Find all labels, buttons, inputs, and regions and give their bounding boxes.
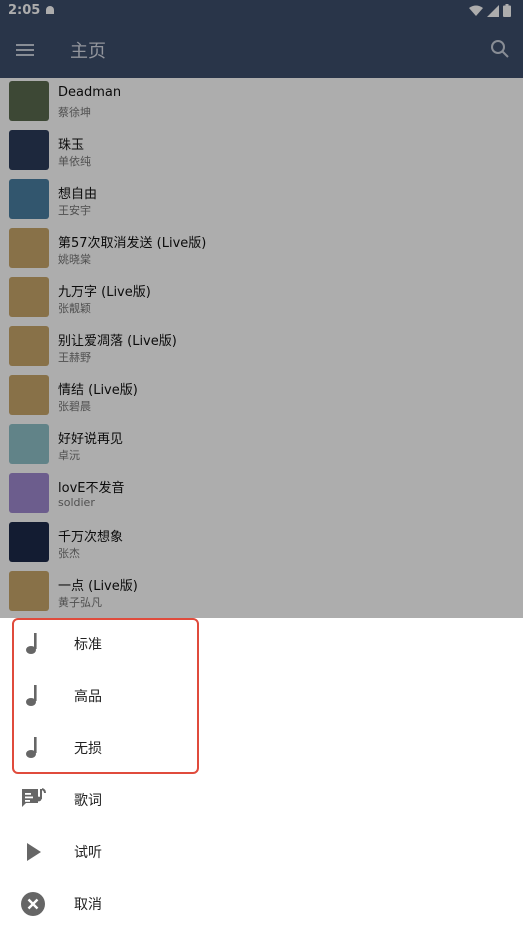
sheet-item-lyrics[interactable]: 歌词 — [0, 774, 523, 826]
play-icon — [27, 843, 41, 861]
sheet-item-cancel[interactable]: 取消 — [0, 878, 523, 930]
sheet-item-label: 无损 — [74, 741, 102, 757]
sheet-item-label: 高品 — [74, 689, 102, 705]
sheet-item-label: 标准 — [74, 637, 102, 653]
music-note-icon — [26, 685, 37, 706]
sheet-item-high-quality[interactable]: 高品 — [0, 670, 523, 722]
lyrics-icon — [22, 788, 46, 807]
sheet-item-label: 试听 — [74, 845, 102, 861]
dim-overlay[interactable] — [0, 0, 523, 618]
sheet-item-label: 取消 — [74, 897, 102, 913]
sheet-item-lossless[interactable]: 无损 — [0, 722, 523, 774]
music-note-icon — [26, 633, 37, 654]
sheet-item-label: 歌词 — [74, 793, 102, 809]
sheet-item-standard[interactable]: 标准 — [0, 618, 523, 670]
bottom-sheet: 标准 高品 无损 歌词 试听 取消 — [0, 618, 523, 930]
sheet-item-preview[interactable]: 试听 — [0, 826, 523, 878]
music-note-icon — [26, 737, 37, 758]
cancel-icon — [21, 892, 45, 916]
